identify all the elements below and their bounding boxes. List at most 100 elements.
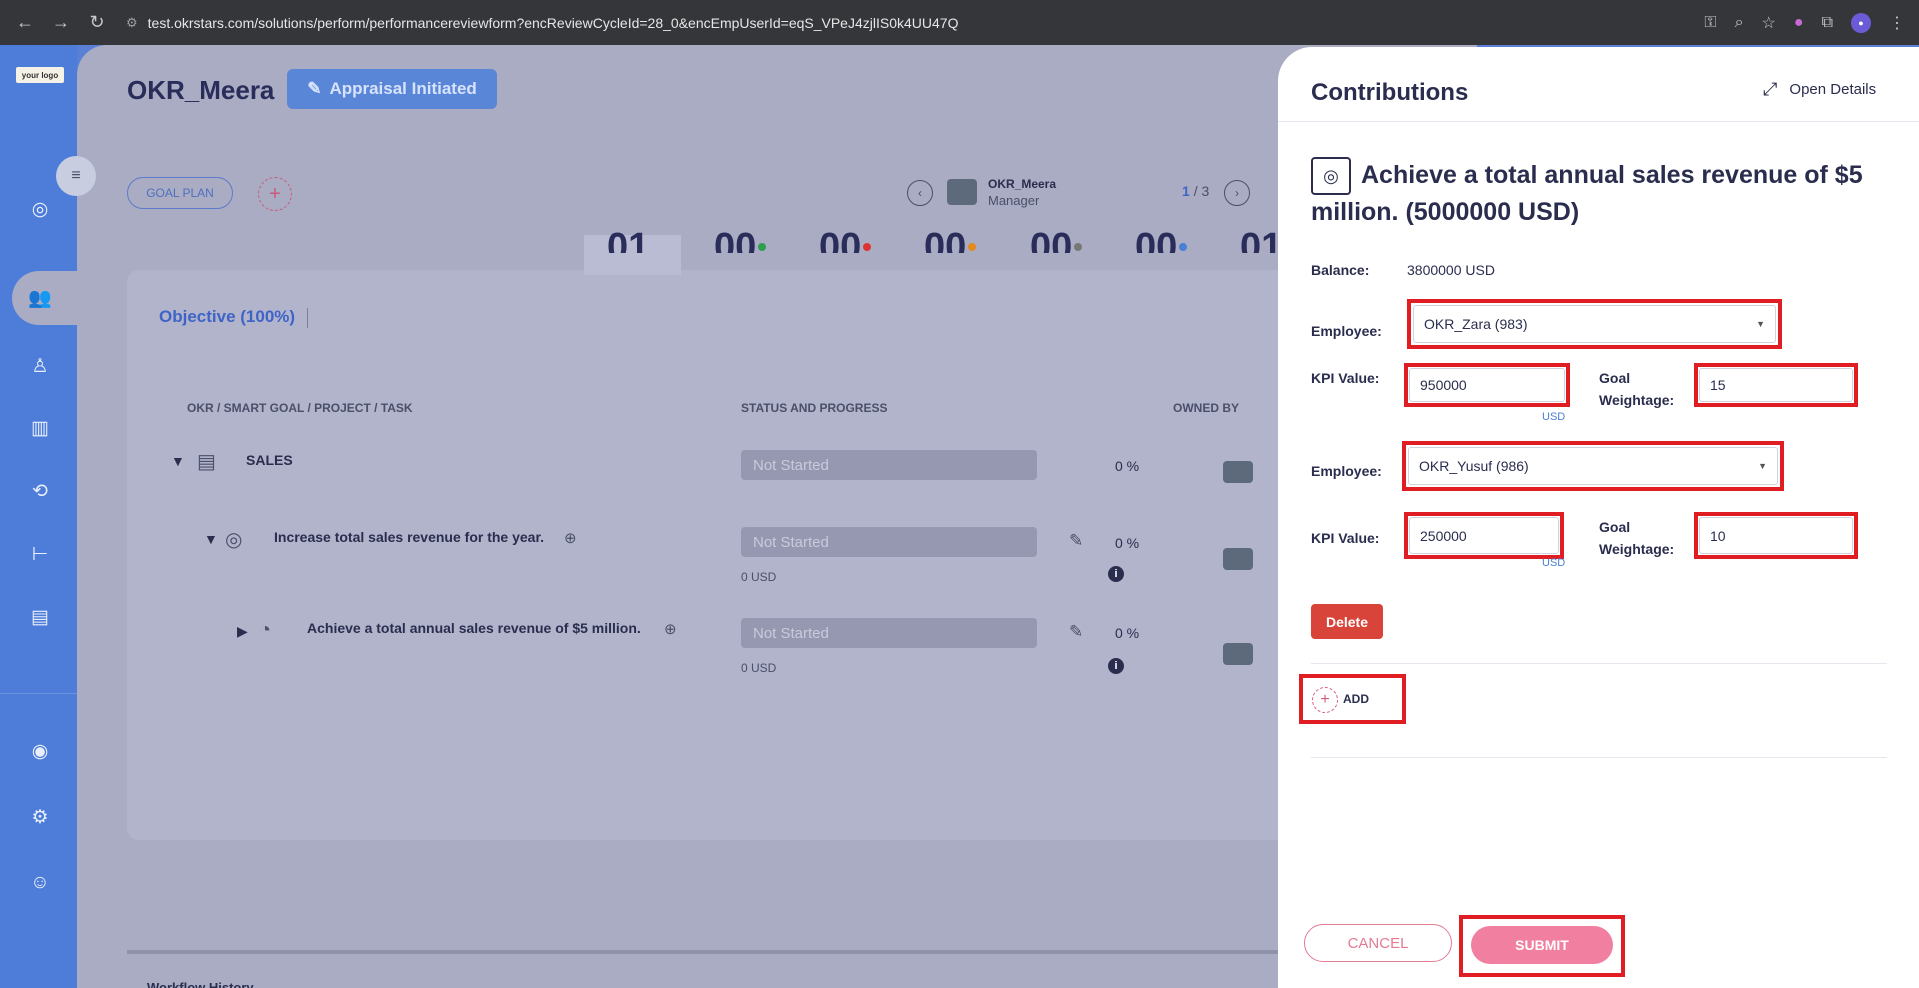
row-label-objective[interactable]: Increase total sales revenue for the yea… [274, 529, 544, 545]
pager-total: / 3 [1193, 183, 1210, 199]
employee-select[interactable]: OKR_Yusuf (986) ▼ [1408, 447, 1778, 485]
url-text: test.okrstars.com/solutions/perform/perf… [147, 14, 959, 31]
person-chart-icon[interactable]: ♙ [24, 350, 56, 382]
kpi-unit: USD [1542, 411, 1566, 423]
site-info-icon[interactable]: ⚙ [126, 15, 138, 31]
employee-label: Employee: [1311, 463, 1382, 479]
settings-icon[interactable]: ⚙ [24, 801, 56, 833]
goal-weightage-label: Goal Weightage: [1599, 370, 1675, 408]
employee-select[interactable]: OKR_Zara (983) ▼ [1413, 305, 1776, 343]
back-icon[interactable]: ← [14, 12, 36, 33]
speedometer-icon: ◔ [259, 619, 272, 641]
goal-weightage-input[interactable]: 10 [1699, 517, 1853, 554]
workflow-divider [127, 950, 1477, 954]
add-goal-icon[interactable]: + [258, 177, 292, 211]
menu-dots-icon[interactable]: ⋮ [1889, 13, 1905, 33]
status-bar: Not Started [741, 618, 1037, 648]
kpi-value-label: KPI Value: [1311, 530, 1380, 546]
row-usd-value: 0 USD [741, 570, 777, 584]
score-item[interactable]: 00 [714, 217, 767, 253]
reload-icon[interactable]: ↻ [86, 12, 108, 33]
row-label-sales[interactable]: SALES [246, 452, 293, 468]
clipboard-target-icon: ▤ [197, 451, 216, 473]
collapse-menu-icon[interactable]: ≡ [56, 156, 96, 196]
info-icon[interactable]: i [1108, 566, 1124, 582]
browser-toolbar: ← → ↻ ⚙ test.okrstars.com/solutions/perf… [0, 0, 1919, 45]
kpi-unit: USD [1542, 557, 1566, 569]
score-item[interactable]: 00 [1135, 217, 1188, 253]
profile-avatar-icon[interactable]: ● [1851, 12, 1871, 33]
row-label-kpi[interactable]: Achieve a total annual sales revenue of … [307, 620, 641, 636]
add-button[interactable]: ADD [1343, 692, 1369, 706]
goal-title: Achieve a total annual sales revenue of … [1311, 161, 1863, 226]
owner-avatar [1223, 461, 1253, 483]
column-header-owner: OWNED BY [1173, 401, 1239, 415]
score-dot [758, 243, 767, 251]
score-item[interactable]: 01 [1240, 217, 1282, 253]
panel-title: Contributions [1311, 79, 1469, 106]
star-icon[interactable]: ☆ [1762, 13, 1776, 33]
zoom-icon[interactable]: ⌕ [1735, 14, 1744, 32]
manager-role: Manager [988, 193, 1040, 208]
feedback-360-icon[interactable]: ⟲ [24, 475, 56, 507]
tab-objective[interactable]: Objective (100%) [159, 307, 295, 327]
eye-icon[interactable]: ◉ [24, 735, 56, 767]
cancel-button[interactable]: CANCEL [1304, 924, 1452, 962]
key-icon[interactable]: ⚿ [1704, 14, 1716, 32]
add-icon[interactable]: + [1312, 687, 1338, 713]
company-logo: your logo [16, 67, 64, 83]
open-details-link[interactable]: ⤢ Open Details [1763, 79, 1876, 100]
panel-divider [1278, 121, 1919, 122]
score-dot [968, 243, 977, 251]
column-header-goal: OKR / SMART GOAL / PROJECT / TASK [187, 401, 413, 415]
open-details-label: Open Details [1789, 81, 1877, 98]
extension-brain-icon[interactable]: ● [1794, 14, 1804, 32]
target-icon: ◎ [225, 529, 243, 551]
pager-current: 1 [1182, 183, 1190, 199]
goal-weightage-input[interactable]: 15 [1699, 368, 1853, 402]
progress-percent: 0 % [1115, 625, 1140, 641]
chevron-left-icon[interactable]: ‹ [907, 180, 933, 206]
submit-button[interactable]: SUBMIT [1471, 926, 1613, 964]
employee-select-value: OKR_Zara (983) [1424, 316, 1528, 332]
extensions-icon[interactable]: ⧉ [1822, 14, 1833, 32]
goal-plan-button[interactable]: GOAL PLAN [127, 177, 233, 209]
row-usd-value: 0 USD [741, 661, 777, 675]
note-icon[interactable]: ✎ [1069, 531, 1083, 551]
kpi-value-input[interactable]: 250000 [1409, 517, 1559, 554]
score-item[interactable]: 00 [924, 217, 977, 253]
book-icon[interactable]: ▥ [24, 412, 56, 444]
employee-name: OKR_Meera [127, 75, 275, 105]
pencil-icon: ✎ [307, 79, 322, 98]
score-item[interactable]: 00 [819, 217, 872, 253]
kpi-value-input[interactable]: 950000 [1409, 368, 1565, 402]
report-icon[interactable]: ▤ [24, 601, 56, 633]
score-item[interactable]: 00 [1030, 217, 1083, 253]
caret-right-icon[interactable]: ▶ [237, 623, 248, 640]
chevron-right-icon[interactable]: › [1224, 180, 1250, 206]
chevron-down-icon: ▼ [1758, 461, 1767, 471]
user-support-icon[interactable]: ☺ [24, 867, 56, 899]
appraisal-status-badge[interactable]: ✎ Appraisal Initiated [287, 69, 497, 109]
caret-down-icon[interactable]: ▼ [204, 531, 218, 547]
team-icon[interactable]: 👥 [24, 282, 56, 314]
target-icon[interactable]: ◎ [24, 193, 56, 225]
forward-icon[interactable]: → [50, 12, 72, 33]
delete-button[interactable]: Delete [1311, 604, 1383, 639]
info-icon[interactable]: i [1108, 658, 1124, 674]
progress-percent: 0 % [1115, 535, 1140, 551]
main-content: OKR_Meera ✎ Appraisal Initiated GOAL PLA… [77, 45, 1477, 988]
globe-icon: ⊕ [664, 621, 677, 638]
section-divider [1311, 757, 1887, 758]
manager-name: OKR_Meera [988, 177, 1057, 191]
caret-down-icon[interactable]: ▼ [171, 453, 185, 469]
employee-select-value: OKR_Yusuf (986) [1419, 458, 1529, 474]
globe-icon: ⊕ [564, 530, 577, 547]
hierarchy-icon[interactable]: ⊢ [24, 538, 56, 570]
tab-separator [307, 308, 308, 328]
goal-weightage-label: Goal Weightage: [1599, 519, 1675, 557]
address-bar[interactable]: ⚙ test.okrstars.com/solutions/perform/pe… [126, 15, 958, 31]
score-item[interactable]: 01 [607, 217, 649, 253]
chevron-down-icon: ▼ [1756, 319, 1765, 329]
note-icon[interactable]: ✎ [1069, 622, 1083, 642]
